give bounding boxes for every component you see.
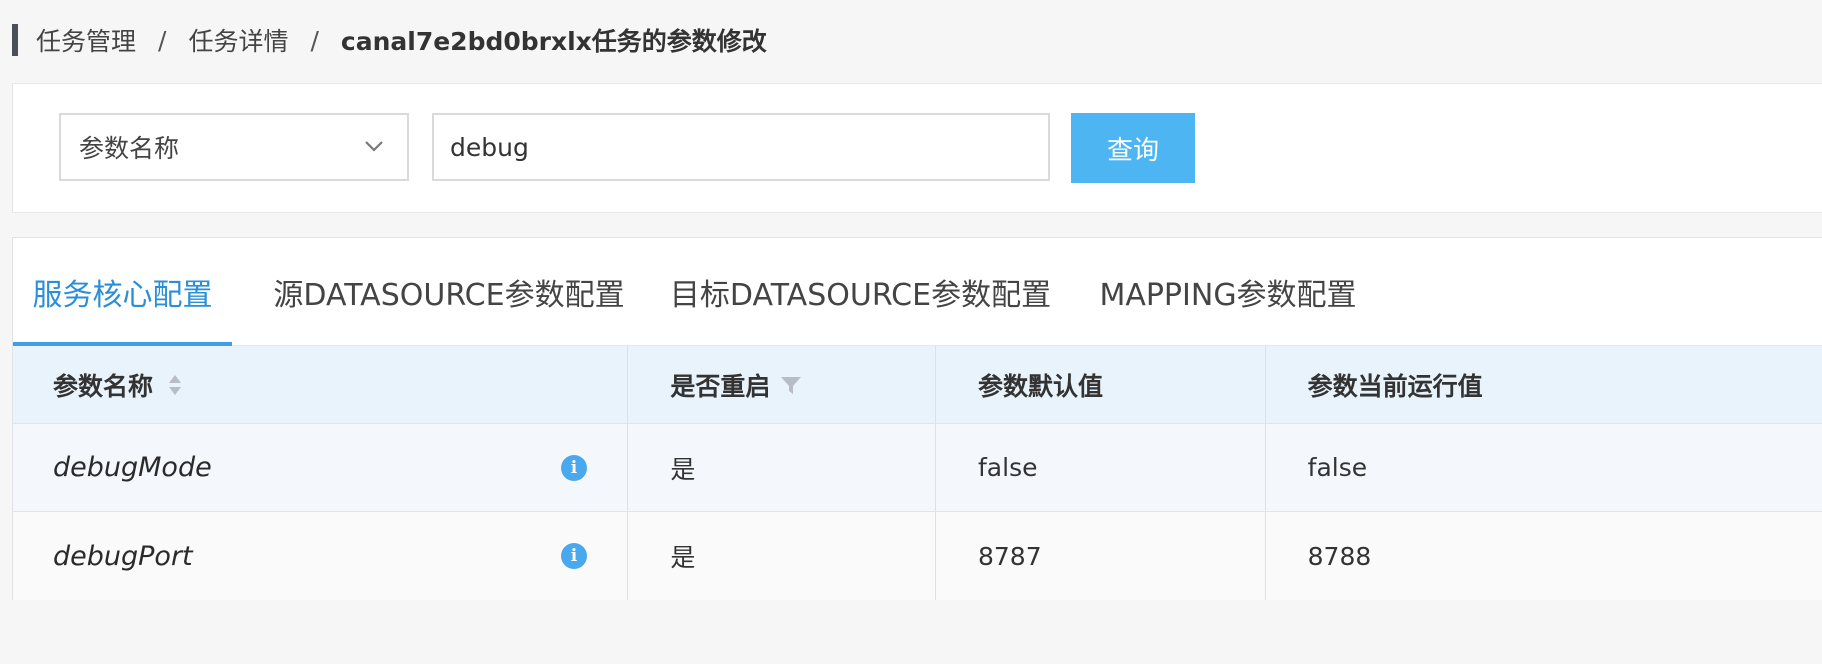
filter-icon[interactable] [780, 374, 802, 396]
select-value: 参数名称 [79, 134, 180, 163]
info-icon[interactable]: i [561, 543, 587, 569]
config-panel: 服务核心配置 源DATASOURCE参数配置 目标DATASOURCE参数配置 … [12, 237, 1822, 600]
param-name: debugPort [53, 540, 193, 572]
param-name: debugMode [53, 452, 212, 483]
column-header-restart: 是否重启 [628, 346, 936, 423]
breadcrumb-separator: / [158, 25, 167, 55]
current-value-cell: 8788 [1266, 512, 1822, 600]
column-header-label: 参数名称 [53, 371, 154, 401]
current-value: 8788 [1307, 541, 1372, 571]
table-row: debugPort i 是 8787 8788 [13, 512, 1822, 600]
breadcrumb-item-task-detail[interactable]: 任务详情 [188, 22, 288, 58]
restart-cell: 是 [628, 424, 936, 511]
tab-target-datasource-config[interactable]: 目标DATASOURCE参数配置 [663, 238, 1058, 346]
restart-value: 是 [670, 454, 696, 484]
params-table: 参数名称 是否重启 参数默认值 参数当前运行值 debugMode i 是 fa… [13, 346, 1822, 600]
search-input[interactable] [432, 113, 1050, 181]
default-value: false [978, 453, 1038, 482]
param-name-cell: debugMode i [13, 424, 629, 511]
chevron-down-icon [365, 141, 383, 152]
column-header-label: 参数默认值 [978, 371, 1104, 401]
info-icon[interactable]: i [561, 454, 587, 481]
param-name-cell: debugPort i [13, 512, 629, 600]
tab-mapping-config[interactable]: MAPPING参数配置 [1083, 238, 1373, 346]
restart-value: 是 [670, 543, 696, 572]
column-header-label: 是否重启 [670, 371, 771, 401]
column-header-default-value: 参数默认值 [936, 346, 1266, 423]
query-button[interactable]: 查询 [1071, 113, 1195, 183]
column-header-param-name[interactable]: 参数名称 [13, 346, 629, 423]
breadcrumb-item-task-management[interactable]: 任务管理 [36, 22, 136, 58]
param-field-select[interactable]: 参数名称 [59, 113, 409, 181]
current-value-cell: false [1266, 424, 1822, 511]
breadcrumb-separator: / [310, 25, 319, 55]
sort-icon[interactable] [167, 372, 183, 398]
restart-cell: 是 [628, 512, 936, 600]
current-value: false [1307, 453, 1368, 482]
default-value-cell: 8787 [936, 512, 1266, 600]
breadcrumb-current: canal7e2bd0brxlx任务的参数修改 [340, 27, 767, 56]
default-value-cell: false [936, 424, 1266, 511]
column-header-current-value: 参数当前运行值 [1266, 346, 1822, 423]
tab-bar: 服务核心配置 源DATASOURCE参数配置 目标DATASOURCE参数配置 … [13, 238, 1822, 347]
breadcrumb: 任务管理 / 任务详情 / canal7e2bd0brxlx任务的参数修改 [12, 24, 767, 56]
default-value: 8787 [978, 541, 1042, 571]
column-header-label: 参数当前运行值 [1307, 371, 1483, 401]
table-row: debugMode i 是 false false [13, 424, 1822, 512]
tab-service-core-config[interactable]: 服务核心配置 [13, 238, 232, 347]
tab-source-datasource-config[interactable]: 源DATASOURCE参数配置 [263, 238, 635, 346]
search-panel: 参数名称 查询 [12, 83, 1822, 213]
table-header-row: 参数名称 是否重启 参数默认值 参数当前运行值 [13, 346, 1822, 424]
